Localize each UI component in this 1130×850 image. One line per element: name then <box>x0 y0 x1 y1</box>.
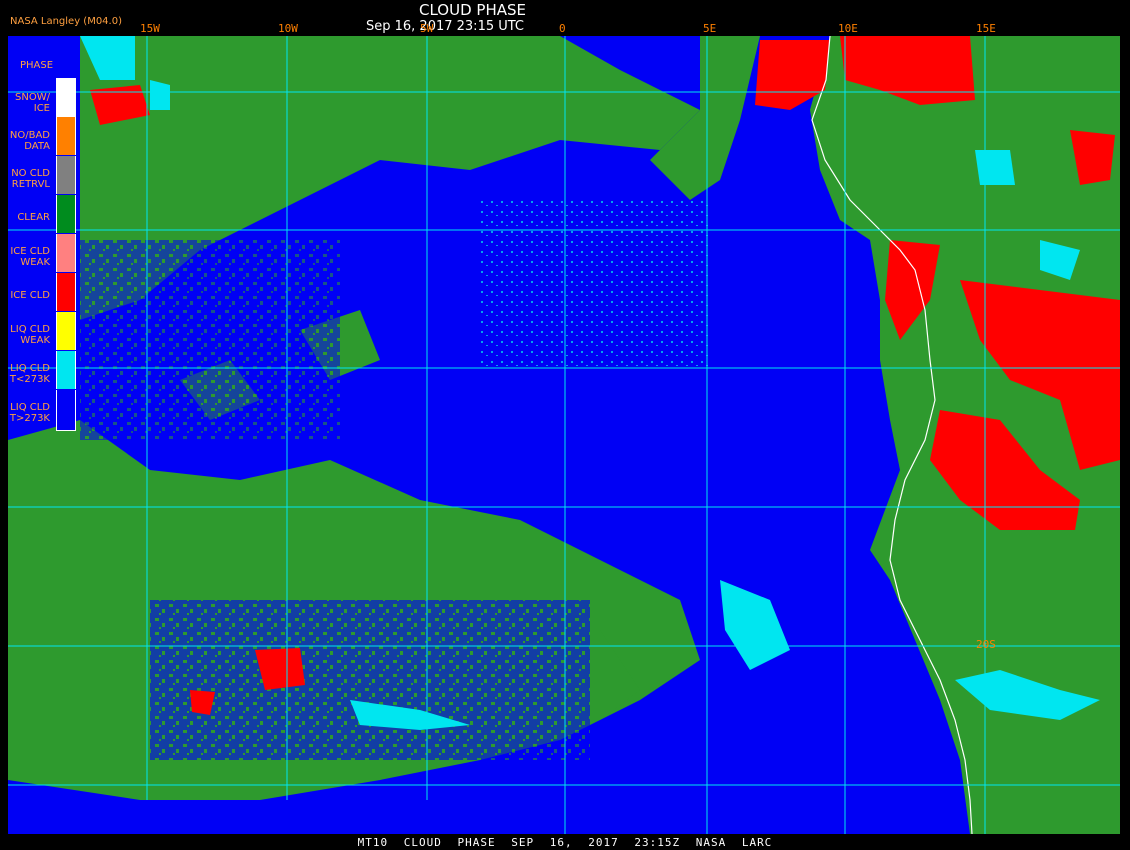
legend-label-ice-cloud: ICE CLD <box>10 290 50 301</box>
legend-swatch-liquid-cloud-warm <box>56 390 76 431</box>
map-title: CLOUD PHASE <box>419 1 526 19</box>
lon-tick-10e: 10E <box>838 22 858 35</box>
lon-tick-5w: 5W <box>420 22 434 35</box>
legend-swatch-liquid-cloud-weak <box>56 312 76 350</box>
lat-tick-20s: 20S <box>976 638 996 651</box>
legend-swatch-no-cloud-retrieval <box>56 156 76 194</box>
legend-label-ice-cloud-weak: ICE CLD WEAK <box>10 246 50 268</box>
legend-label-liquid-cloud-warm: LIQ CLD T>273K <box>9 402 50 424</box>
map-timestamp: Sep 16, 2017 23:15 UTC <box>365 19 525 34</box>
legend-swatch-ice-cloud-weak <box>56 234 76 272</box>
lon-tick-5e: 5E <box>703 22 717 35</box>
legend-label-liquid-cloud-weak: LIQ CLD WEAK <box>10 324 50 346</box>
legend-label-no-bad-data: NO/BAD DATA <box>9 130 50 152</box>
speckle-region-west <box>80 240 340 440</box>
legend-label-no-cloud-retrieval: NO CLD RETRVL <box>11 168 50 190</box>
legend-label-liquid-cloud-cold: LIQ CLD T<273K <box>9 363 50 385</box>
legend-swatch-liquid-cloud-cold <box>56 351 76 389</box>
legend-swatch-clear <box>56 195 76 233</box>
footer-caption: MT10 CLOUD PHASE SEP 16, 2017 23:15Z NAS… <box>357 836 773 849</box>
legend-swatch-snow-ice <box>56 78 76 117</box>
speckle-region-central <box>480 200 710 370</box>
lon-tick-15w: 15W <box>140 22 160 35</box>
lon-tick-10w: 10W <box>278 22 298 35</box>
legend-title: PHASE <box>20 60 54 71</box>
speckle-region-south <box>150 600 590 760</box>
data-source: NASA Langley (M04.0) <box>10 16 122 27</box>
legend-swatch-ice-cloud <box>56 273 76 311</box>
legend-label-clear: CLEAR <box>17 212 50 223</box>
lon-tick-15e: 15E <box>976 22 996 35</box>
lon-tick-0: 0 <box>559 22 566 35</box>
legend-swatch-no-bad-data <box>56 117 76 155</box>
legend-label-snow-ice: SNOW/ ICE <box>15 92 50 114</box>
cloud-phase-map <box>8 35 1120 835</box>
